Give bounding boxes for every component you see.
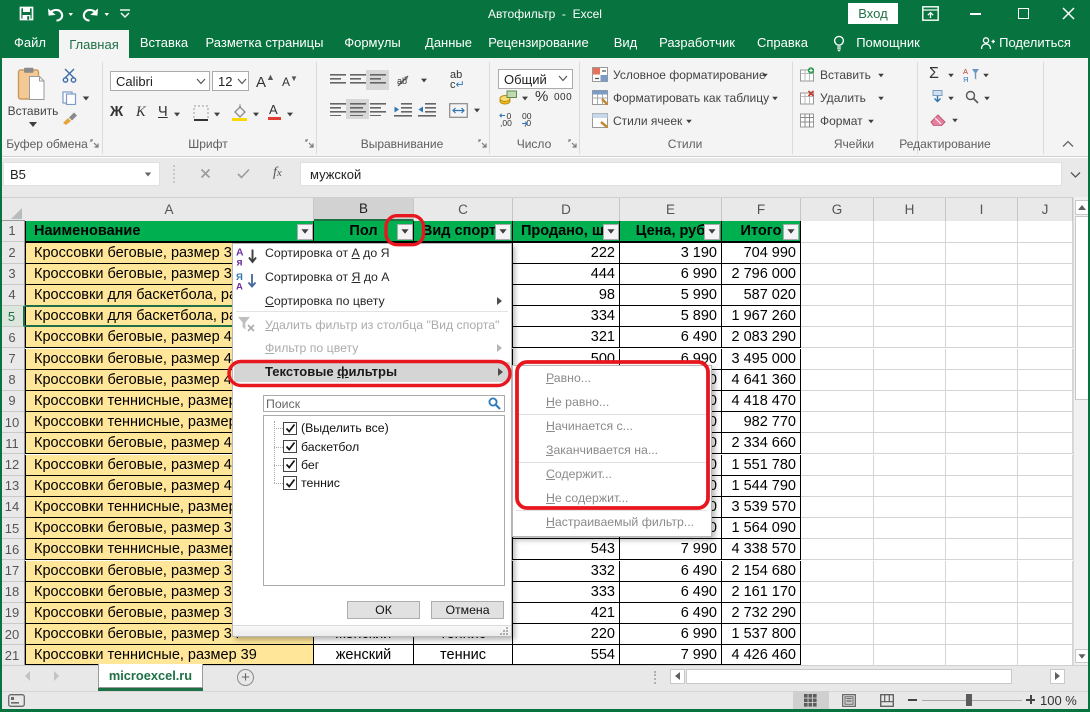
svg-text:я: я xyxy=(237,257,243,267)
svg-text:Я: Я xyxy=(963,75,968,82)
svg-text:,00: ,00 xyxy=(500,118,512,127)
svg-text:А: А xyxy=(236,282,243,291)
svg-text:ab: ab xyxy=(397,76,407,86)
svg-text:,0: ,0 xyxy=(524,118,531,127)
